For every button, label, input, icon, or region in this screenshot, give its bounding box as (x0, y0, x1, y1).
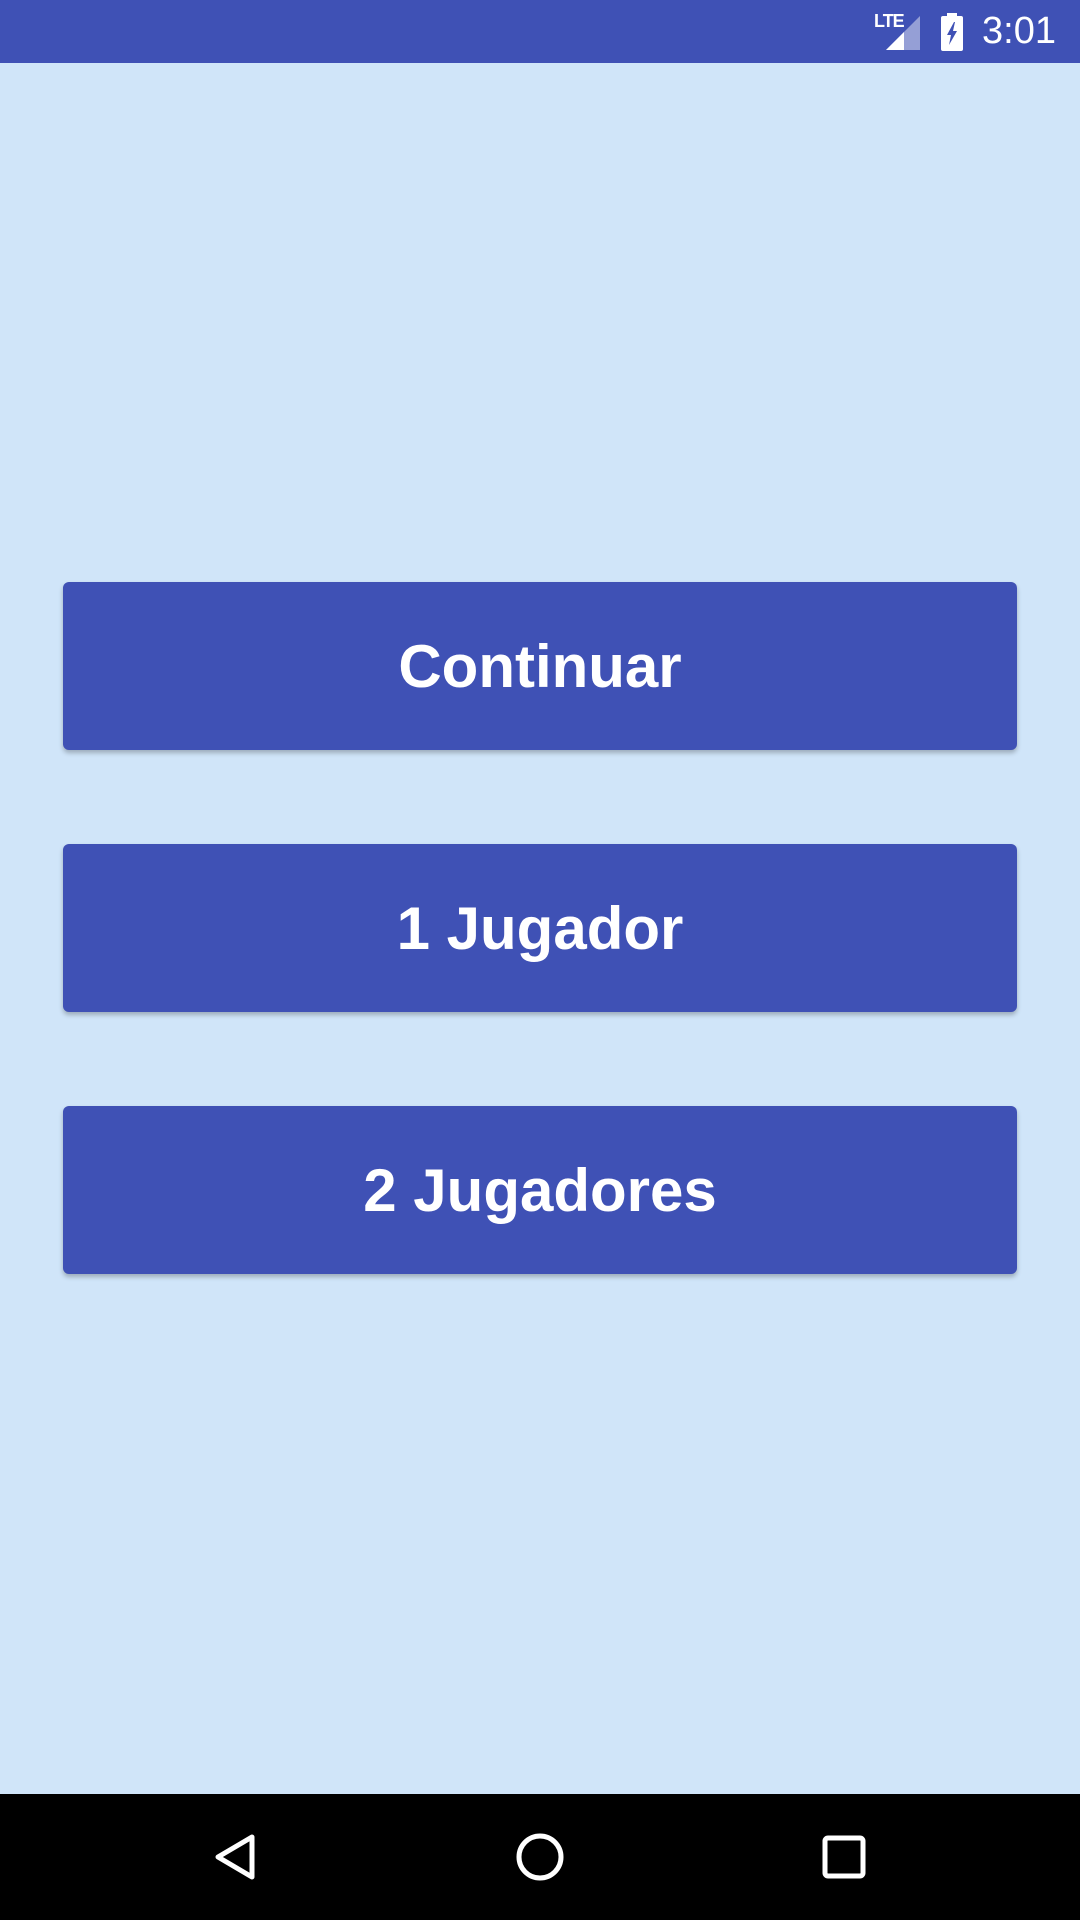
recents-icon (822, 1835, 866, 1879)
signal-icon: LTE (874, 12, 922, 52)
status-bar: LTE 3:01 (0, 0, 1080, 63)
home-icon (516, 1833, 564, 1881)
status-icons: LTE 3:01 (874, 0, 1056, 63)
battery-charging-icon (940, 12, 964, 52)
nav-back-button[interactable] (176, 1794, 296, 1920)
one-player-button[interactable]: 1 Jugador (63, 844, 1017, 1012)
two-players-button[interactable]: 2 Jugadores (63, 1106, 1017, 1274)
back-icon (215, 1834, 255, 1880)
status-clock: 3:01 (982, 10, 1056, 52)
navigation-bar (0, 1794, 1080, 1920)
continue-button[interactable]: Continuar (63, 582, 1017, 750)
network-type-label: LTE (874, 10, 905, 31)
nav-home-button[interactable] (480, 1794, 600, 1920)
nav-recents-button[interactable] (784, 1794, 904, 1920)
